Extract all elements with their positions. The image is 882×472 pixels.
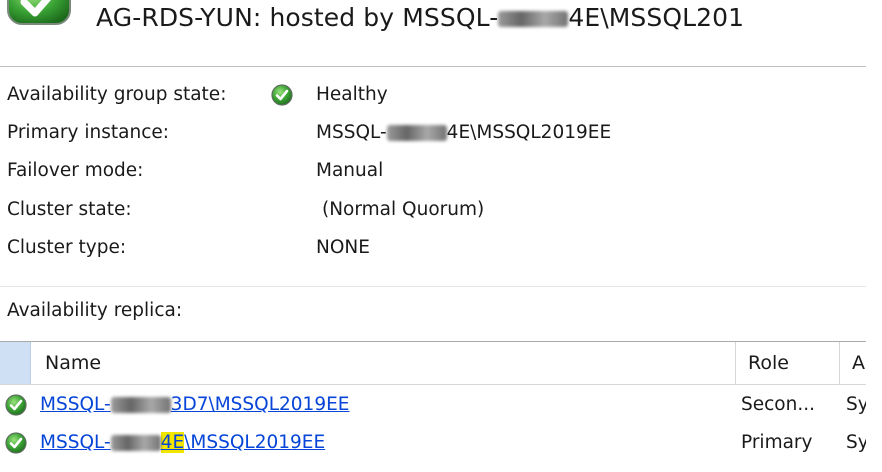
replica-name-suffix: 3D7\MSSQL2019EE bbox=[170, 394, 350, 415]
property-row-primary-instance: Primary instance: MSSQL- 4E\MSSQL2019EE bbox=[0, 118, 866, 148]
column-separator[interactable] bbox=[735, 342, 736, 384]
replica-name-prefix: MSSQL- bbox=[40, 394, 111, 415]
header-divider bbox=[0, 66, 866, 67]
ag-state-value: Healthy bbox=[316, 84, 388, 105]
table-row[interactable]: MSSQL- 4E\MSSQL2019EE Primary Sy bbox=[0, 424, 866, 462]
failover-mode-value: Manual bbox=[316, 160, 384, 181]
green-check-icon bbox=[5, 394, 27, 416]
redacted-region bbox=[386, 125, 447, 141]
replica-availability-mode: Sy bbox=[846, 394, 866, 415]
replica-section-label: Availability replica: bbox=[7, 300, 183, 321]
page-title-text: AG-RDS-YUN: hosted by MSSQL- bbox=[96, 3, 499, 32]
column-header-availability[interactable]: A bbox=[852, 342, 865, 384]
replica-role: Secon... bbox=[741, 394, 815, 415]
replica-name-highlight: 4E bbox=[160, 432, 185, 453]
green-check-icon bbox=[271, 84, 293, 106]
section-divider bbox=[0, 286, 866, 287]
column-header-role[interactable]: Role bbox=[748, 342, 789, 384]
page-title-tail: 4E\MSSQL201 bbox=[568, 3, 745, 32]
page-title: AG-RDS-YUN: hosted by MSSQL- 4E\MSSQL201 bbox=[96, 3, 882, 33]
replica-name-link[interactable]: MSSQL- 4E\MSSQL2019EE bbox=[40, 424, 325, 462]
primary-instance-prefix: MSSQL- bbox=[316, 122, 387, 143]
property-row-ag-state: Availability group state: Healthy bbox=[0, 80, 866, 110]
cluster-state-label: Cluster state: bbox=[7, 199, 132, 220]
cluster-type-label: Cluster type: bbox=[7, 237, 127, 258]
failover-mode-label: Failover mode: bbox=[7, 160, 144, 181]
cluster-state-value: (Normal Quorum) bbox=[322, 199, 485, 220]
property-row-failover-mode: Failover mode: Manual bbox=[0, 156, 866, 186]
property-row-cluster-type: Cluster type: NONE bbox=[0, 233, 866, 263]
details-header: AG-RDS-YUN: hosted by MSSQL- 4E\MSSQL201 bbox=[0, 0, 882, 66]
replica-role: Primary bbox=[741, 432, 813, 453]
cluster-type-value: NONE bbox=[316, 237, 370, 258]
redacted-region bbox=[498, 11, 569, 27]
table-row[interactable]: MSSQL- 3D7\MSSQL2019EE Secon... Sy bbox=[0, 386, 866, 424]
replica-name-suffix: \MSSQL2019EE bbox=[184, 432, 326, 453]
primary-instance-suffix: 4E\MSSQL2019EE bbox=[446, 122, 612, 143]
green-check-icon bbox=[7, 0, 71, 25]
replica-name-link[interactable]: MSSQL- 3D7\MSSQL2019EE bbox=[40, 386, 349, 424]
primary-instance-label: Primary instance: bbox=[7, 122, 169, 143]
replica-availability-mode: Sy bbox=[846, 432, 866, 453]
column-separator[interactable] bbox=[839, 342, 840, 384]
property-row-cluster-state: Cluster state: (Normal Quorum) bbox=[0, 195, 866, 225]
row-selector-header[interactable] bbox=[0, 342, 31, 384]
grid-header: Name Role A bbox=[0, 341, 866, 385]
green-check-icon bbox=[5, 432, 27, 454]
ag-state-label: Availability group state: bbox=[7, 84, 227, 105]
primary-instance-value: MSSQL- 4E\MSSQL2019EE bbox=[316, 118, 611, 148]
replica-grid: Name Role A MSSQL- 3D7\MSSQL2019EE Secon.… bbox=[0, 341, 866, 472]
window-edge bbox=[866, 0, 882, 472]
replica-name-prefix: MSSQL- bbox=[40, 432, 111, 453]
redacted-region bbox=[110, 435, 161, 451]
column-header-name[interactable]: Name bbox=[45, 342, 101, 384]
redacted-region bbox=[110, 397, 171, 413]
